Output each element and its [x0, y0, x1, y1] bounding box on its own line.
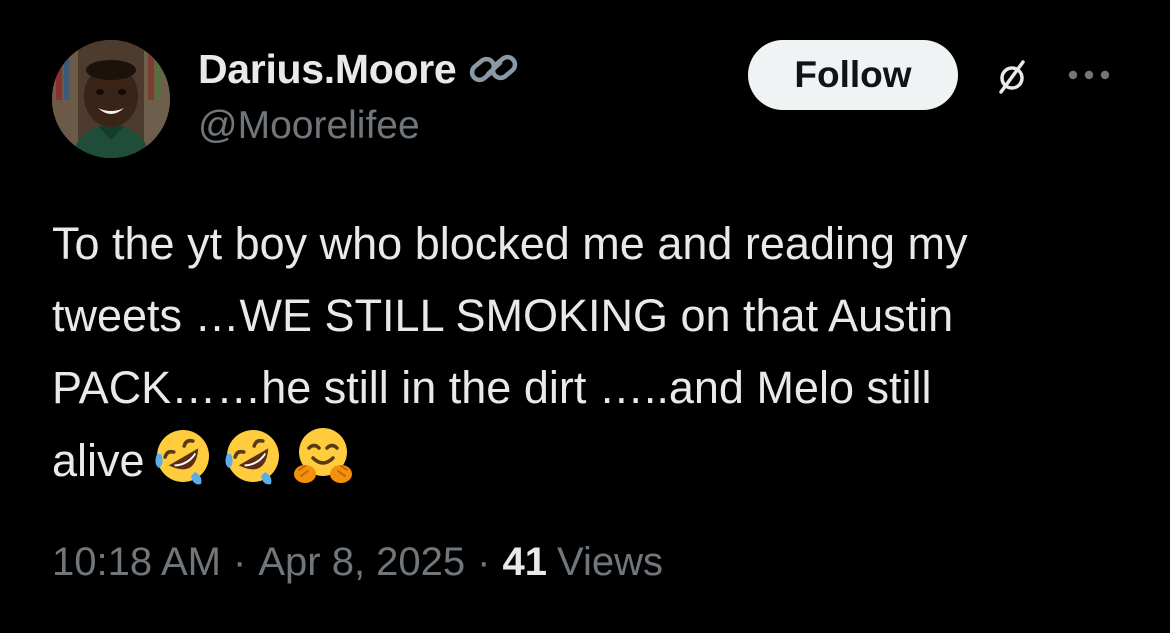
- meta-separator: ·: [233, 540, 247, 584]
- user-handle[interactable]: @Moorelifee: [198, 104, 420, 148]
- grok-icon[interactable]: [992, 57, 1032, 97]
- rolling-on-floor-laughing-icon: [224, 430, 279, 485]
- author-name-row[interactable]: Darius.Moore: [198, 44, 520, 94]
- avatar[interactable]: [52, 40, 170, 158]
- hugging-face-icon: [293, 428, 352, 483]
- display-name[interactable]: Darius.Moore: [198, 46, 457, 93]
- views-label[interactable]: Views: [557, 540, 663, 585]
- tweet-time[interactable]: 10:18 AM: [52, 540, 221, 585]
- profile-photo-icon: [52, 40, 170, 158]
- tweet-text: To the yt boy who blocked me and reading…: [52, 208, 1132, 497]
- tweet-date[interactable]: Apr 8, 2025: [258, 540, 465, 585]
- rolling-on-floor-laughing-icon: [154, 430, 209, 485]
- meta-separator: ·: [477, 540, 491, 584]
- more-options-icon[interactable]: [1066, 64, 1112, 86]
- views-count[interactable]: 41: [503, 540, 548, 585]
- follow-button[interactable]: Follow: [748, 40, 958, 110]
- tweet-metadata: 10:18 AM · Apr 8, 2025 · 41 Views: [52, 540, 663, 585]
- emoji-row: [151, 424, 355, 488]
- link-icon: [470, 54, 518, 83]
